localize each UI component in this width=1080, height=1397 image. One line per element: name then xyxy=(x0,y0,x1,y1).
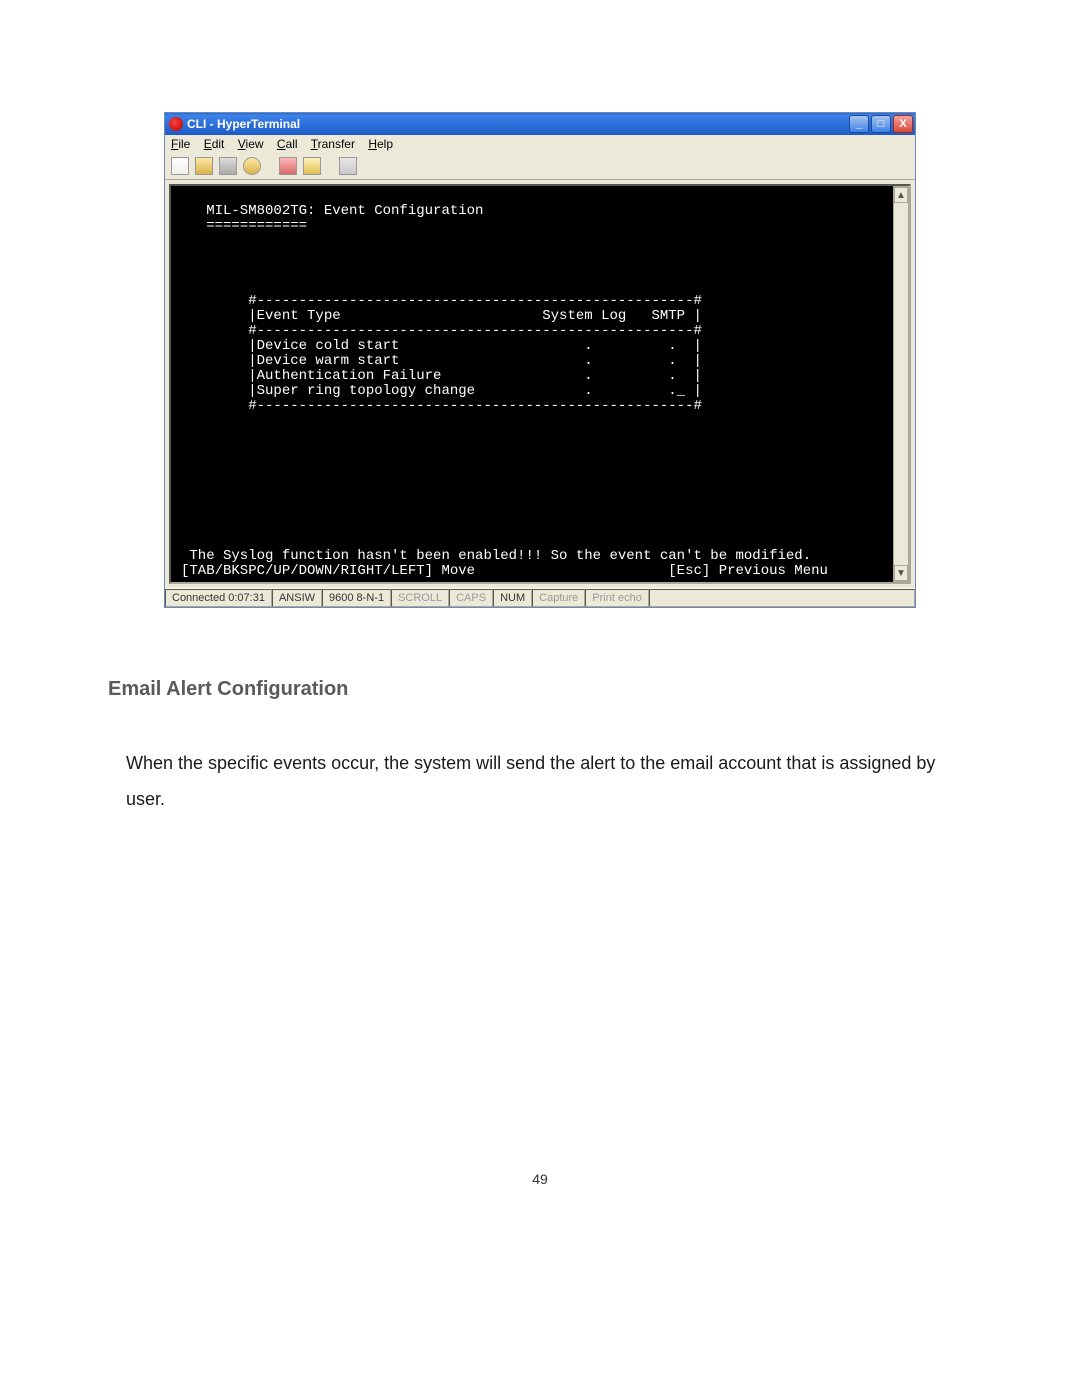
scroll-up-icon[interactable]: ▲ xyxy=(894,187,908,203)
status-num: NUM xyxy=(493,589,532,607)
new-icon[interactable] xyxy=(171,157,189,175)
disconnect-icon[interactable] xyxy=(279,157,297,175)
connect-icon[interactable] xyxy=(303,157,321,175)
menu-call[interactable]: CallCall xyxy=(277,137,298,151)
toolbar xyxy=(165,153,915,180)
window-title: CLI - HyperTerminal xyxy=(187,117,300,131)
print-icon[interactable] xyxy=(219,157,237,175)
menu-file[interactable]: FFileile xyxy=(171,137,190,151)
status-capture: Capture xyxy=(532,589,585,607)
title-bar: CLI - HyperTerminal _ □ X xyxy=(165,113,915,135)
status-scroll: SCROLL xyxy=(391,589,449,607)
maximize-button[interactable]: □ xyxy=(871,115,891,133)
menu-bar: FFileile EditEdit ViewView CallCall Tran… xyxy=(165,135,915,153)
status-connected: Connected 0:07:31 xyxy=(165,589,272,607)
section-paragraph: When the specific events occur, the syst… xyxy=(126,745,972,817)
vertical-scrollbar[interactable]: ▲ ▼ xyxy=(893,186,909,582)
scroll-down-icon[interactable]: ▼ xyxy=(894,565,908,581)
properties-icon[interactable] xyxy=(243,157,261,175)
menu-help[interactable]: HelpHelp xyxy=(368,137,393,151)
status-emulation: ANSIW xyxy=(272,589,322,607)
close-button[interactable]: X xyxy=(893,115,913,133)
terminal-output: MIL-SM8002TG: Event Configuration ======… xyxy=(169,184,911,584)
hyperterminal-window: CLI - HyperTerminal _ □ X FFileile EditE… xyxy=(164,112,916,608)
section-heading: Email Alert Configuration xyxy=(108,678,972,701)
status-echo: Print echo xyxy=(585,589,649,607)
page-number: 49 xyxy=(0,1171,1080,1187)
status-bar: Connected 0:07:31 ANSIW 9600 8-N-1 SCROL… xyxy=(165,588,915,607)
app-icon xyxy=(169,117,183,131)
menu-view[interactable]: ViewView xyxy=(238,137,264,151)
settings-icon[interactable] xyxy=(339,157,357,175)
status-baud: 9600 8-N-1 xyxy=(322,589,391,607)
open-icon[interactable] xyxy=(195,157,213,175)
minimize-button[interactable]: _ xyxy=(849,115,869,133)
menu-transfer[interactable]: TransferTransfer xyxy=(311,137,355,151)
menu-edit[interactable]: EditEdit xyxy=(204,137,225,151)
status-caps: CAPS xyxy=(449,589,493,607)
